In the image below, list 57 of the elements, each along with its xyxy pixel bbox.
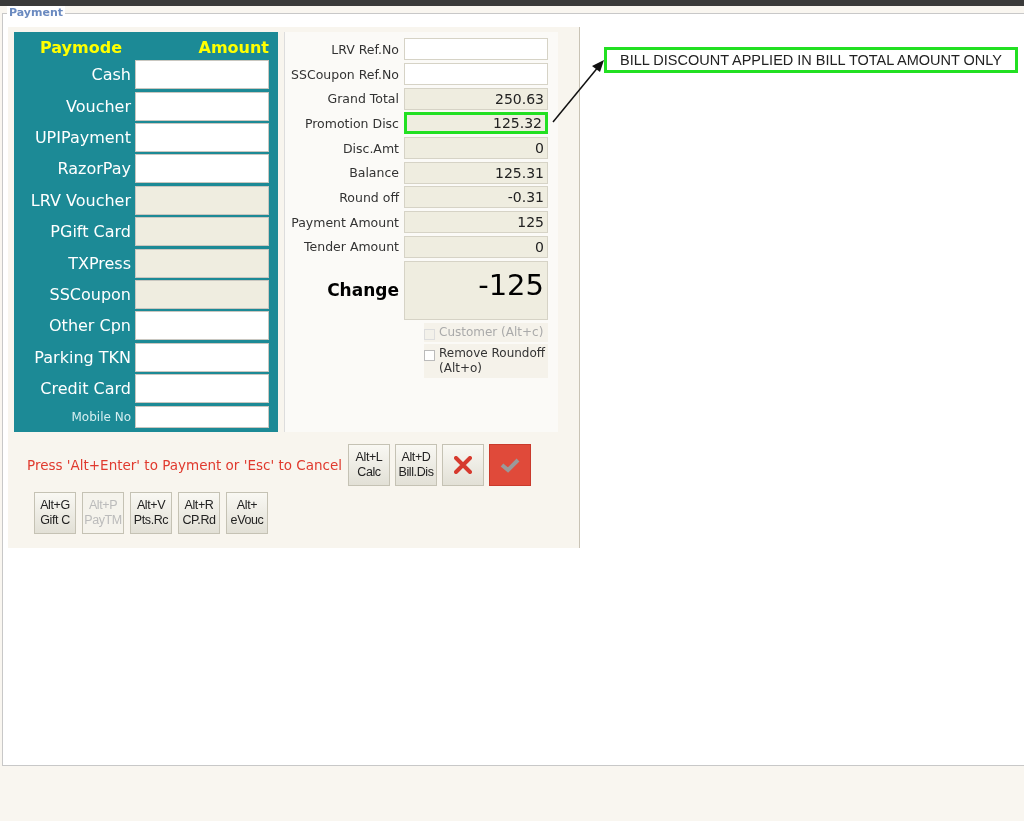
paymode-label: Voucher bbox=[65, 96, 131, 116]
paymode-label: SSCoupon bbox=[48, 284, 131, 304]
total-value: 0 bbox=[404, 137, 548, 160]
total-label: Round off bbox=[338, 189, 399, 205]
total-value: 125.32 bbox=[404, 112, 548, 135]
hint-text: Press 'Alt+Enter' to Payment or 'Esc' to Cancel bbox=[27, 457, 342, 473]
paymode-label: Other Cpn bbox=[48, 316, 131, 336]
column-header: Amount bbox=[198, 37, 269, 57]
amount-field[interactable] bbox=[135, 311, 269, 341]
reference-field[interactable] bbox=[404, 38, 548, 61]
reference-field[interactable] bbox=[404, 63, 548, 86]
total-value: -0.31 bbox=[404, 186, 548, 209]
total-label: SSCoupon Ref.No bbox=[290, 66, 399, 82]
shortcut-button[interactable]: Alt+R CP.Rd bbox=[178, 492, 220, 534]
amount-field[interactable] bbox=[135, 374, 269, 404]
cancel-button[interactable] bbox=[442, 444, 484, 486]
paymode-label: Mobile No bbox=[70, 409, 131, 424]
shortcut-button[interactable]: Alt+G Gift C bbox=[34, 492, 76, 534]
close-icon bbox=[454, 456, 472, 474]
checkbox-label: Remove Roundoff (Alt+o) bbox=[439, 346, 547, 377]
paymode-label: Cash bbox=[90, 65, 131, 85]
check-icon bbox=[500, 457, 520, 473]
shortcut-button[interactable]: Alt+V Pts.Rc bbox=[130, 492, 172, 534]
total-value: 125 bbox=[404, 211, 548, 234]
total-label: LRV Ref.No bbox=[330, 41, 399, 57]
total-label: Balance bbox=[348, 165, 399, 181]
callout-note: BILL DISCOUNT APPLIED IN BILL TOTAL AMOUNT ONLY bbox=[604, 47, 1018, 73]
amount-field[interactable] bbox=[135, 91, 269, 121]
group-title: Payment bbox=[7, 6, 66, 19]
paymode-label: TXPress bbox=[67, 253, 131, 273]
shortcut-button[interactable]: Alt+D Bill.Dis bbox=[395, 444, 437, 486]
paymode-label: Parking TKN bbox=[33, 347, 131, 367]
total-value: 250.63 bbox=[404, 87, 548, 110]
paymode-label: LRV Voucher bbox=[29, 190, 131, 210]
change-value: -125 bbox=[404, 260, 548, 320]
amount-field[interactable] bbox=[135, 342, 269, 372]
checkbox[interactable] bbox=[424, 350, 435, 362]
paymode-label: RazorPay bbox=[56, 159, 131, 179]
column-header: Paymode bbox=[40, 37, 122, 57]
total-label: Grand Total bbox=[326, 91, 399, 107]
amount-field[interactable] bbox=[135, 122, 269, 152]
amount-field[interactable] bbox=[135, 154, 269, 184]
shortcut-button[interactable]: Alt+ eVouc bbox=[226, 492, 268, 534]
total-label: Payment Amount bbox=[290, 214, 399, 230]
paymode-label: PGift Card bbox=[49, 222, 131, 242]
total-label: Disc.Amt bbox=[341, 140, 399, 156]
amount-field[interactable] bbox=[135, 405, 269, 428]
paymode-label: Credit Card bbox=[39, 379, 131, 399]
shortcut-button[interactable]: Alt+L Calc bbox=[348, 444, 390, 486]
amount-field[interactable] bbox=[135, 60, 269, 90]
total-value: 0 bbox=[404, 235, 548, 258]
total-value: 125.31 bbox=[404, 161, 548, 184]
change-label: Change bbox=[326, 280, 399, 301]
total-label: Promotion Disc bbox=[303, 115, 399, 131]
total-label: Tender Amount bbox=[303, 239, 399, 255]
checkbox-label: Customer (Alt+c) bbox=[439, 325, 544, 341]
paymode-label: UPIPayment bbox=[33, 127, 131, 147]
